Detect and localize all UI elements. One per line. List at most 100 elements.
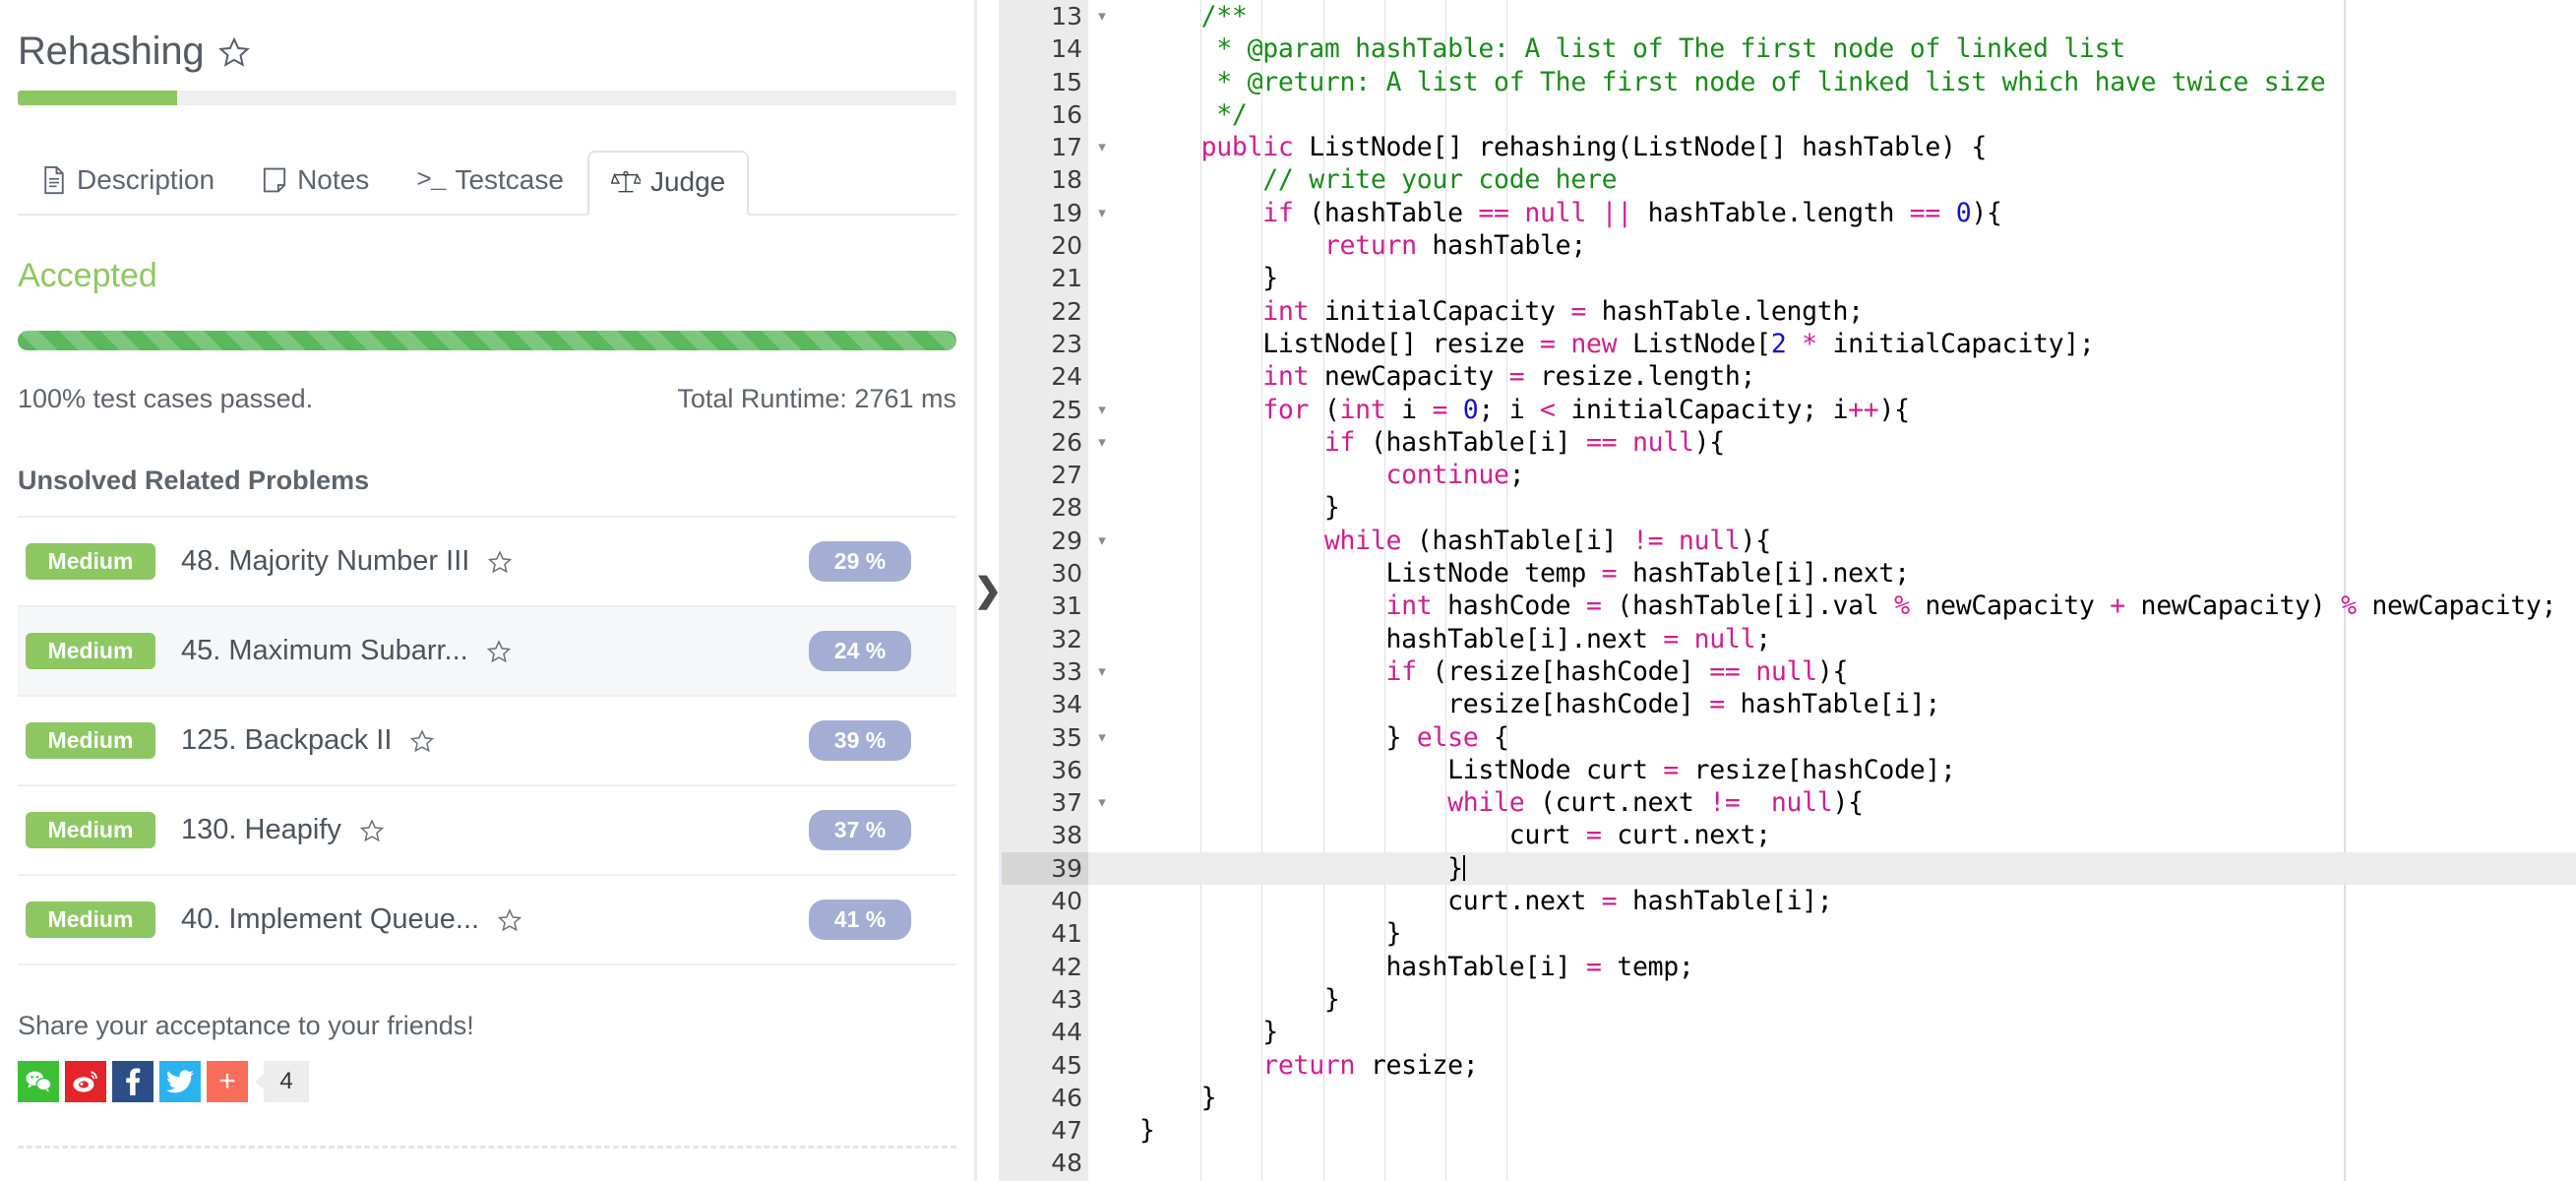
fold-toggle-icon[interactable]: ▾ — [1092, 525, 1112, 557]
code-source[interactable]: while (hashTable[i] != null){ — [1088, 525, 2576, 557]
code-line[interactable]: 19 ▾ if (hashTable == null || hashTable.l… — [1002, 197, 2576, 229]
code-source[interactable]: int initialCapacity = hashTable.length; — [1088, 295, 2576, 328]
code-source[interactable]: curt = curt.next; — [1088, 819, 2576, 851]
fold-toggle-icon[interactable]: ▾ — [1092, 131, 1112, 163]
code-line[interactable]: 39 } — [1002, 851, 2576, 886]
code-line[interactable]: 13 ▾ /** — [1002, 0, 2576, 32]
fold-toggle-icon[interactable]: ▾ — [1092, 197, 1112, 229]
code-source[interactable]: /** — [1088, 0, 2576, 32]
code-source[interactable]: */ — [1088, 98, 2576, 131]
table-row[interactable]: Medium 45. Maximum Subarr... 24 % — [18, 607, 956, 697]
code-source[interactable]: } — [1088, 917, 2576, 950]
code-source[interactable]: // write your code here — [1088, 163, 2576, 196]
code-line[interactable]: 22 int initialCapacity = hashTable.lengt… — [1002, 295, 2576, 328]
problem-link[interactable]: 48. Majority Number III — [181, 545, 469, 578]
facebook-share-icon[interactable] — [112, 1061, 153, 1102]
code-line[interactable]: 43 } — [1002, 983, 2576, 1016]
code-line[interactable]: 23 ListNode[] resize = new ListNode[2 * … — [1002, 328, 2576, 360]
code-line[interactable]: 37 ▾ while (curt.next != null){ — [1002, 786, 2576, 819]
problem-link[interactable]: 40. Implement Queue... — [181, 903, 479, 936]
code-line[interactable]: 33 ▾ if (resize[hashCode] == null){ — [1002, 655, 2576, 688]
code-source[interactable]: } — [1088, 1082, 2576, 1114]
table-row[interactable]: Medium 125. Backpack II 39 % — [18, 697, 956, 786]
code-line[interactable]: 17 ▾ public ListNode[] rehashing(ListNode… — [1002, 131, 2576, 163]
code-source[interactable]: } — [1088, 1114, 2576, 1147]
code-source[interactable]: resize[hashCode] = hashTable[i]; — [1088, 688, 2576, 720]
table-row[interactable]: Medium 40. Implement Queue... 41 % — [18, 876, 956, 965]
fold-toggle-icon[interactable]: ▾ — [1092, 394, 1112, 426]
code-editor[interactable]: 13 ▾ /** 14 * @param hashTable: A list of … — [1002, 0, 2576, 1181]
code-line[interactable]: 14 * @param hashTable: A list of The fir… — [1002, 32, 2576, 65]
code-line[interactable]: 25 ▾ for (int i = 0; i < initialCapacity;… — [1002, 394, 2576, 426]
code-source[interactable]: int newCapacity = resize.length; — [1088, 360, 2576, 393]
code-source[interactable]: } — [1088, 851, 2576, 886]
code-line[interactable]: 24 int newCapacity = resize.length; — [1002, 360, 2576, 393]
code-source[interactable]: while (curt.next != null){ — [1088, 786, 2576, 819]
code-line[interactable]: 34 resize[hashCode] = hashTable[i]; — [1002, 688, 2576, 720]
code-line[interactable]: 15 * @return: A list of The first node o… — [1002, 66, 2576, 98]
code-line[interactable]: 30 ListNode temp = hashTable[i].next; — [1002, 557, 2576, 590]
code-line[interactable]: 44 } — [1002, 1016, 2576, 1048]
table-row[interactable]: Medium 130. Heapify 37 % — [18, 786, 956, 876]
code-line[interactable]: 26 ▾ if (hashTable[i] == null){ — [1002, 426, 2576, 459]
code-line[interactable]: 42 hashTable[i] = temp; — [1002, 951, 2576, 983]
more-share-icon[interactable]: + — [207, 1061, 248, 1102]
code-source[interactable]: continue; — [1088, 459, 2576, 491]
code-line[interactable]: 48 — [1002, 1147, 2576, 1179]
code-line[interactable]: 31 int hashCode = (hashTable[i].val % ne… — [1002, 590, 2576, 622]
fold-toggle-icon[interactable]: ▾ — [1092, 655, 1112, 688]
code-source[interactable]: public ListNode[] rehashing(ListNode[] h… — [1088, 131, 2576, 163]
code-source[interactable]: } — [1088, 1016, 2576, 1048]
code-source[interactable]: hashTable[i].next = null; — [1088, 623, 2576, 655]
tab-notes[interactable]: Notes — [238, 149, 393, 214]
problem-link[interactable]: 130. Heapify — [181, 814, 341, 846]
fold-toggle-icon[interactable]: ▾ — [1092, 0, 1112, 32]
code-line[interactable]: 38 curt = curt.next; — [1002, 819, 2576, 851]
code-line[interactable]: 28 } — [1002, 491, 2576, 524]
code-source[interactable]: } else { — [1088, 721, 2576, 754]
fold-toggle-icon[interactable]: ▾ — [1092, 426, 1112, 459]
star-outline-icon[interactable] — [359, 818, 385, 843]
tab-description[interactable]: Description — [18, 149, 238, 214]
code-source[interactable]: int hashCode = (hashTable[i].val % newCa… — [1088, 590, 2576, 622]
tab-judge[interactable]: Judge — [586, 151, 750, 216]
chevron-right-icon[interactable]: ❯ — [974, 574, 1003, 607]
code-source[interactable]: return resize; — [1088, 1049, 2576, 1082]
code-source[interactable]: ListNode temp = hashTable[i].next; — [1088, 557, 2576, 590]
wechat-share-icon[interactable] — [18, 1061, 59, 1102]
code-line[interactable]: 16 */ — [1002, 98, 2576, 131]
code-line[interactable]: 35 ▾ } else { — [1002, 721, 2576, 754]
code-source[interactable]: * @return: A list of The first node of l… — [1088, 66, 2576, 98]
tab-testcase[interactable]: >_ Testcase — [393, 149, 587, 214]
star-outline-icon[interactable] — [497, 907, 522, 933]
star-outline-icon[interactable] — [486, 639, 512, 664]
code-source[interactable]: ListNode curt = resize[hashCode]; — [1088, 754, 2576, 786]
problem-link[interactable]: 125. Backpack II — [181, 724, 392, 757]
code-source[interactable]: } — [1088, 491, 2576, 524]
code-source[interactable]: if (hashTable[i] == null){ — [1088, 426, 2576, 459]
code-line[interactable]: 32 hashTable[i].next = null; — [1002, 623, 2576, 655]
star-outline-icon[interactable] — [409, 728, 435, 754]
code-source[interactable]: return hashTable; — [1088, 229, 2576, 262]
code-line[interactable]: 36 ListNode curt = resize[hashCode]; — [1002, 754, 2576, 786]
code-line[interactable]: 46 } — [1002, 1082, 2576, 1114]
code-line[interactable]: 29 ▾ while (hashTable[i] != null){ — [1002, 525, 2576, 557]
code-source[interactable]: * @param hashTable: A list of The first … — [1088, 32, 2576, 65]
code-source[interactable]: curt.next = hashTable[i]; — [1088, 885, 2576, 917]
star-outline-icon[interactable] — [217, 35, 251, 69]
code-line[interactable]: 40 curt.next = hashTable[i]; — [1002, 885, 2576, 917]
code-line[interactable]: 45 return resize; — [1002, 1049, 2576, 1082]
panel-splitter[interactable]: ❯ — [974, 0, 1002, 1181]
fold-toggle-icon[interactable]: ▾ — [1092, 786, 1112, 819]
weibo-share-icon[interactable] — [65, 1061, 106, 1102]
code-line[interactable]: 41 } — [1002, 917, 2576, 950]
code-source[interactable]: for (int i = 0; i < initialCapacity; i++… — [1088, 394, 2576, 426]
code-line[interactable]: 21 } — [1002, 262, 2576, 294]
twitter-share-icon[interactable] — [159, 1061, 201, 1102]
problem-link[interactable]: 45. Maximum Subarr... — [181, 635, 468, 667]
code-source[interactable]: if (hashTable == null || hashTable.lengt… — [1088, 197, 2576, 229]
code-line[interactable]: 27 continue; — [1002, 459, 2576, 491]
code-source[interactable]: } — [1088, 983, 2576, 1016]
table-row[interactable]: Medium 48. Majority Number III 29 % — [18, 518, 956, 607]
code-source[interactable]: hashTable[i] = temp; — [1088, 951, 2576, 983]
